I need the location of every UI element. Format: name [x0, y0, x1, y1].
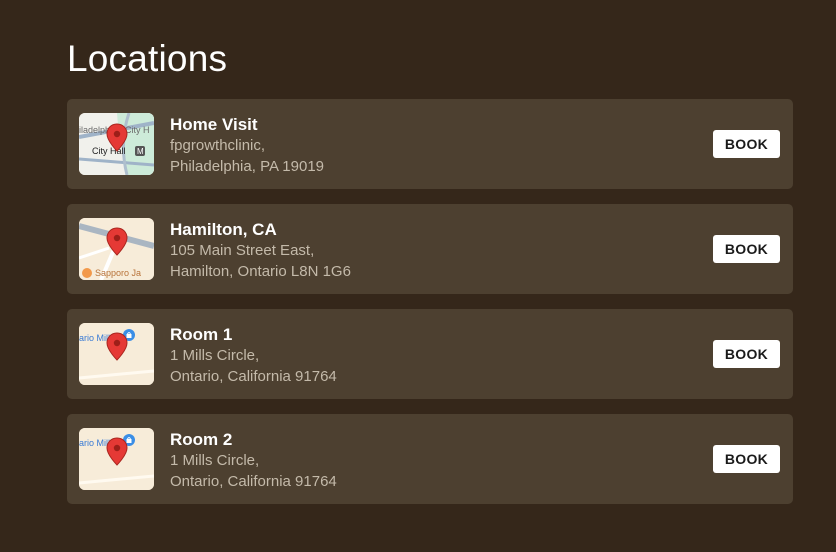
location-name: Hamilton, CA [170, 220, 277, 239]
map-thumbnail[interactable]: ario Mills [79, 428, 154, 490]
book-button[interactable]: BOOK [713, 445, 780, 473]
book-button[interactable]: BOOK [713, 235, 780, 263]
address-line-1: 105 Main Street East, [170, 242, 315, 259]
map-thumbnail[interactable]: ario Mills [79, 323, 154, 385]
map-label: City H [125, 125, 150, 135]
metro-icon: M [137, 147, 144, 156]
location-name: Room 2 [170, 430, 233, 449]
map-thumbnail[interactable]: Sapporo Ja [79, 218, 154, 280]
book-button[interactable]: BOOK [713, 130, 780, 158]
address-line-1: 1 Mills Circle, [170, 452, 260, 469]
location-card-home-visit: iladelphia City H City Hall M Home Visit… [67, 99, 793, 189]
map-thumbnail[interactable]: iladelphia City H City Hall M [79, 113, 154, 175]
address-line-1: fpgrowthclinic, [170, 137, 266, 154]
location-card-room-1: ario Mills Room 1 1 Mills Circle, Ontari… [67, 309, 793, 399]
location-name: Room 1 [170, 325, 233, 344]
map-label: Sapporo Ja [95, 268, 141, 278]
location-card-room-2: ario Mills Room 2 1 Mills Circle, Ontari… [67, 414, 793, 504]
location-card-hamilton: Sapporo Ja Hamilton, CA 105 Main Street … [67, 204, 793, 294]
page-title: Locations [67, 38, 228, 79]
address-line-1: 1 Mills Circle, [170, 347, 260, 364]
address-line-2: Ontario, California 91764 [170, 473, 337, 490]
book-button[interactable]: BOOK [713, 340, 780, 368]
location-name: Home Visit [170, 115, 258, 134]
address-line-2: Ontario, California 91764 [170, 368, 337, 385]
address-line-2: Philadelphia, PA 19019 [170, 158, 325, 175]
address-line-2: Hamilton, Ontario L8N 1G6 [170, 263, 351, 280]
